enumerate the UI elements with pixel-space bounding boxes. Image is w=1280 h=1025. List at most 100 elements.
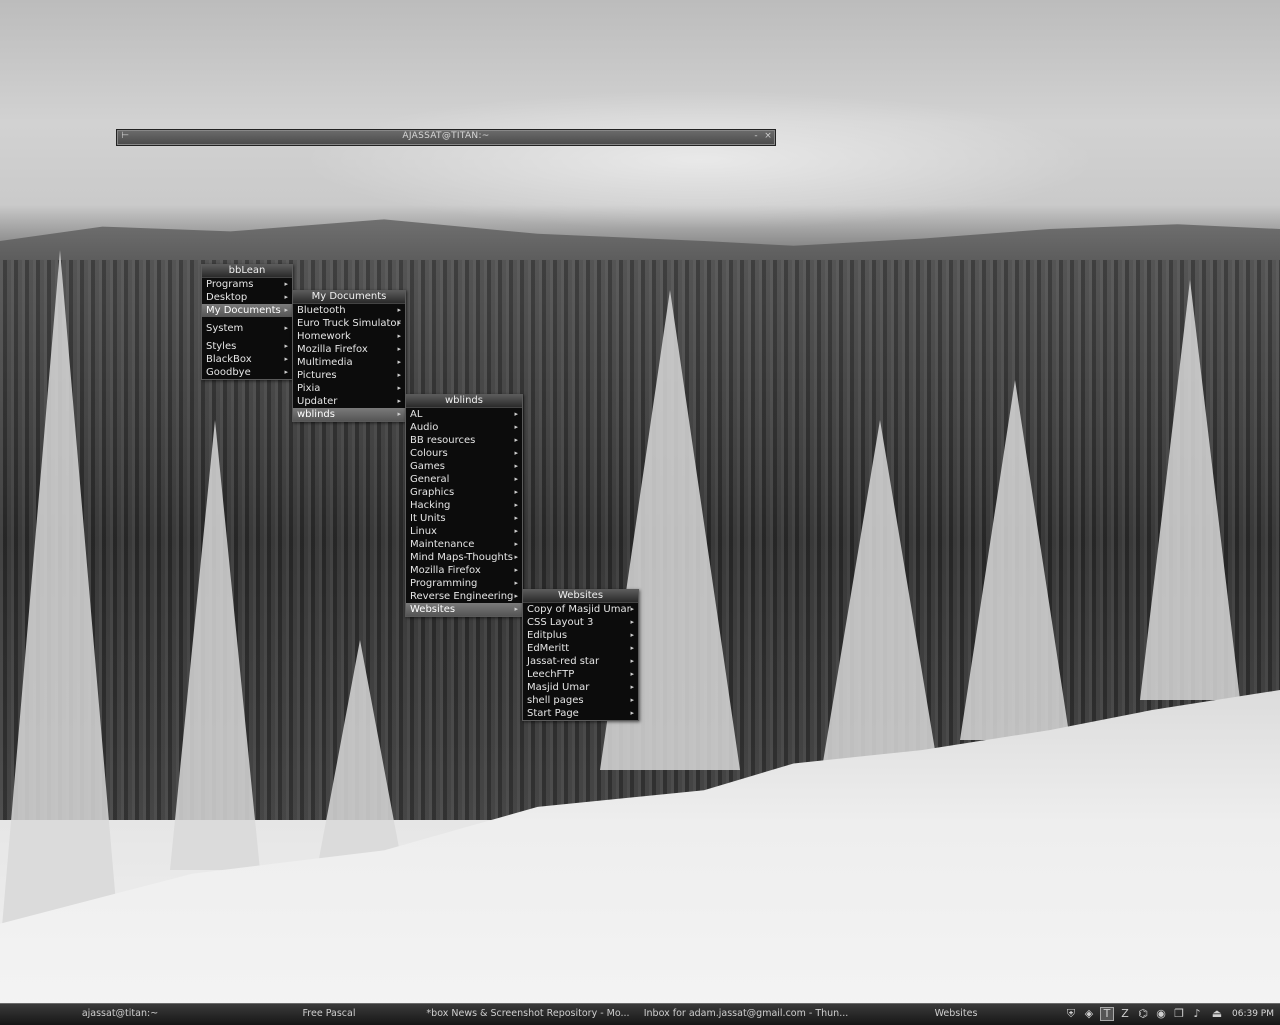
menu-item-wblinds[interactable]: wblinds ▸ [293, 408, 405, 421]
menu-item-label: Programming [410, 578, 478, 589]
menu-item-label: Programs [206, 279, 254, 290]
menu-item-reverse-engineering[interactable]: Reverse Engineering ▸ [406, 590, 522, 603]
menu-item-label: LeechFTP [527, 669, 575, 680]
nvidia-icon[interactable]: ◈ [1082, 1007, 1096, 1021]
menu-item-euro-truck-simulator[interactable]: Euro Truck Simulator ▸ [293, 317, 405, 330]
menu-item-goodbye[interactable]: Goodbye ▸ [202, 366, 292, 379]
menu-item-label: Mozilla Firefox [410, 565, 481, 576]
menu-item-shell-pages[interactable]: shell pages ▸ [523, 694, 638, 707]
snow-tree [170, 420, 260, 870]
terminal-title: AJASSAT@TITAN:~ [402, 131, 490, 141]
menu-item-mozilla-firefox[interactable]: Mozilla Firefox ▸ [406, 564, 522, 577]
close-button[interactable]: × [763, 131, 773, 142]
menu-item-desktop[interactable]: Desktop ▸ [202, 291, 292, 304]
menu-item-system[interactable]: System ▸ [202, 322, 292, 335]
menu-item-general[interactable]: General ▸ [406, 473, 522, 486]
submenu-arrow-icon: ▸ [630, 670, 634, 678]
submenu-arrow-icon: ▸ [514, 501, 518, 509]
speaker-icon[interactable]: ♪ [1190, 1007, 1204, 1021]
shield-icon[interactable]: ⛨ [1064, 1007, 1078, 1021]
menu-item-label: Start Page [527, 708, 579, 719]
menu-item-homework[interactable]: Homework ▸ [293, 330, 405, 343]
zip-icon[interactable]: Z [1118, 1007, 1132, 1021]
menu-item-label: Updater [297, 396, 338, 407]
menu-item-label: My Documents [206, 305, 281, 316]
submenu-arrow-icon: ▸ [514, 462, 518, 470]
menu-item-linux[interactable]: Linux ▸ [406, 525, 522, 538]
menu-item-label: Pixia [297, 383, 321, 394]
windows-icon[interactable]: ❐ [1172, 1007, 1186, 1021]
menu-item-mozilla-firefox[interactable]: Mozilla Firefox ▸ [293, 343, 405, 356]
menu-item-label: Bluetooth [297, 305, 346, 316]
menu-item-edmeritt[interactable]: EdMeritt ▸ [523, 642, 638, 655]
menu-item-audio[interactable]: Audio ▸ [406, 421, 522, 434]
menu-item-start-page[interactable]: Start Page ▸ [523, 707, 638, 720]
menu-item-games[interactable]: Games ▸ [406, 460, 522, 473]
menu-item-pixia[interactable]: Pixia ▸ [293, 382, 405, 395]
network-icon[interactable]: ⌬ [1136, 1007, 1150, 1021]
menu-item-masjid-umar[interactable]: Masjid Umar ▸ [523, 681, 638, 694]
menu-item-pictures[interactable]: Pictures ▸ [293, 369, 405, 382]
menu-item-graphics[interactable]: Graphics ▸ [406, 486, 522, 499]
menu-item-al[interactable]: AL ▸ [406, 408, 522, 421]
snow-tree [960, 380, 1070, 740]
menu-item-leechftp[interactable]: LeechFTP ▸ [523, 668, 638, 681]
menu-item-multimedia[interactable]: Multimedia ▸ [293, 356, 405, 369]
menu-item-it-units[interactable]: It Units ▸ [406, 512, 522, 525]
menu-item-label: General [410, 474, 450, 485]
menu-item-label: wblinds [297, 409, 335, 420]
taskbar: ajassat@titan:~ Free Pascal *box News & … [0, 1003, 1280, 1025]
menu-item-mind-maps-thoughts[interactable]: Mind Maps-Thoughts ▸ [406, 551, 522, 564]
menu-item-maintenance[interactable]: Maintenance ▸ [406, 538, 522, 551]
submenu-arrow-icon: ▸ [630, 657, 634, 665]
submenu-arrow-icon: ▸ [630, 683, 634, 691]
submenu-arrow-icon: ▸ [630, 696, 634, 704]
submenu-arrow-icon: ▸ [514, 605, 518, 613]
task-terminal[interactable]: ajassat@titan:~ [0, 1004, 240, 1025]
menu-item-label: Copy of Masjid Umar [527, 604, 631, 615]
menu-item-updater[interactable]: Updater ▸ [293, 395, 405, 408]
menu-item-colours[interactable]: Colours ▸ [406, 447, 522, 460]
menu-item-blackbox[interactable]: BlackBox ▸ [202, 353, 292, 366]
submenu-arrow-icon: ▸ [284, 342, 288, 350]
task-websites[interactable]: Websites [854, 1004, 1058, 1025]
menu-item-jassat-red-star[interactable]: Jassat-red star ▸ [523, 655, 638, 668]
menu-bblean: bbLean Programs ▸ Desktop ▸ My Documents ▸ … [201, 264, 293, 380]
menu-item-styles[interactable]: Styles ▸ [202, 340, 292, 353]
submenu-arrow-icon: ▸ [284, 355, 288, 363]
text-icon[interactable]: T [1100, 1007, 1114, 1021]
submenu-arrow-icon: ▸ [397, 410, 401, 418]
menu-item-programs[interactable]: Programs ▸ [202, 278, 292, 291]
submenu-arrow-icon: ▸ [284, 368, 288, 376]
submenu-arrow-icon: ▸ [514, 410, 518, 418]
submenu-arrow-icon: ▸ [514, 488, 518, 496]
menu-item-label: Linux [410, 526, 437, 537]
task-free-pascal[interactable]: Free Pascal [240, 1004, 418, 1025]
menu-item-my-documents[interactable]: My Documents ▸ [202, 304, 292, 317]
menu-item-programming[interactable]: Programming ▸ [406, 577, 522, 590]
menu-my-documents: My Documents Bluetooth ▸ Euro Truck Simul… [292, 290, 406, 422]
eject-icon[interactable]: ⏏ [1210, 1007, 1224, 1021]
clock[interactable]: 06:39 PM [1230, 1004, 1276, 1025]
task-thunderbird-inbox[interactable]: Inbox for adam.jassat@gmail.com - Thun..… [638, 1004, 854, 1025]
terminal-titlebar[interactable]: ⊢ AJASSAT@TITAN:~ - × [116, 129, 776, 146]
menu-item-bb-resources[interactable]: BB resources ▸ [406, 434, 522, 447]
menu-item-label: Pictures [297, 370, 337, 381]
menu-item-websites[interactable]: Websites ▸ [406, 603, 522, 616]
record-icon[interactable]: ◉ [1154, 1007, 1168, 1021]
task-box-news[interactable]: *box News & Screenshot Repository - Mo..… [418, 1004, 638, 1025]
menu-item-hacking[interactable]: Hacking ▸ [406, 499, 522, 512]
menu-item-bluetooth[interactable]: Bluetooth ▸ [293, 304, 405, 317]
submenu-arrow-icon: ▸ [397, 371, 401, 379]
menu-item-editplus[interactable]: Editplus ▸ [523, 629, 638, 642]
submenu-arrow-icon: ▸ [397, 332, 401, 340]
minimize-button[interactable]: - [751, 131, 761, 142]
sky-glow [300, 90, 1100, 230]
submenu-arrow-icon: ▸ [397, 358, 401, 366]
menu-title: My Documents [293, 291, 405, 304]
menu-item-label: Mind Maps-Thoughts [410, 552, 513, 563]
menu-item-css-layout-3[interactable]: CSS Layout 3 ▸ [523, 616, 638, 629]
submenu-arrow-icon: ▸ [397, 345, 401, 353]
menu-item-label: Jassat-red star [527, 656, 600, 667]
menu-item-copy-of-masjid-umar[interactable]: Copy of Masjid Umar ▸ [523, 603, 638, 616]
